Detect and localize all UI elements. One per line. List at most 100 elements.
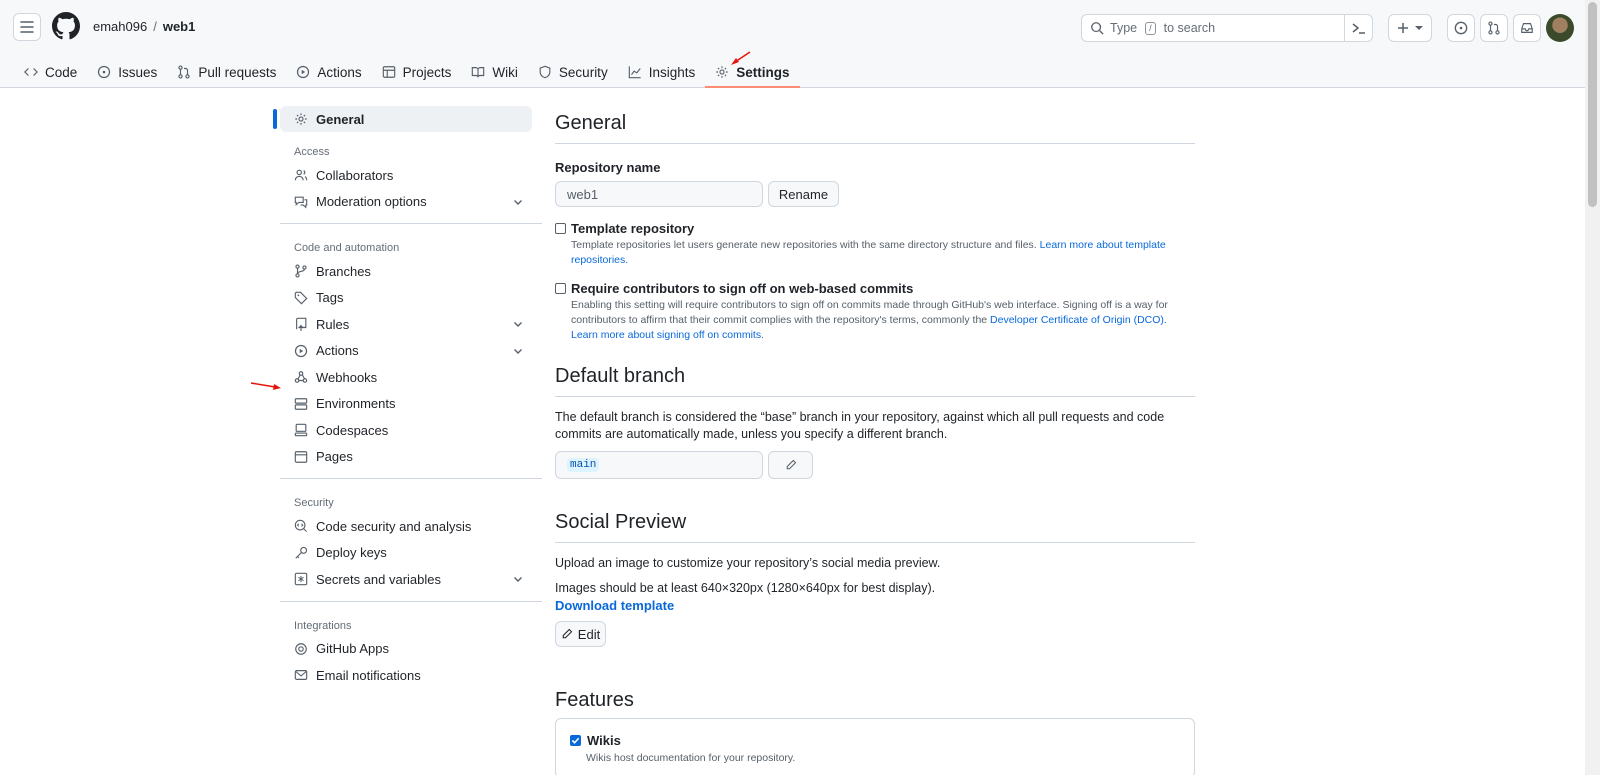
table-icon: [382, 66, 395, 78]
pull-request-icon: [178, 65, 190, 79]
sidebar-item-secrets-and-variables[interactable]: Secrets and variables: [280, 566, 532, 593]
caret-down-icon: [1415, 26, 1423, 30]
rename-button[interactable]: Rename: [768, 181, 839, 207]
tab-label: Wiki: [492, 64, 518, 80]
shield-icon: [539, 65, 551, 79]
sidebar-item-label: Secrets and variables: [316, 571, 442, 587]
sidebar-item-branches[interactable]: Branches: [280, 258, 532, 285]
signoff-note: Enabling this setting will require contr…: [571, 298, 1181, 343]
issue-icon: [98, 65, 111, 79]
command-palette-button[interactable]: [1344, 14, 1372, 42]
sidebar-heading-access: Access: [294, 146, 330, 158]
tab-insights[interactable]: Insights: [618, 56, 706, 88]
sidebar-item-code-security-and-analysis[interactable]: Code security and analysis: [280, 513, 532, 540]
repo-name-input[interactable]: web1: [555, 181, 763, 207]
tab-settings[interactable]: Settings: [705, 56, 800, 88]
sidebar-item-general[interactable]: General: [273, 106, 532, 132]
tab-actions[interactable]: Actions: [286, 56, 371, 88]
inbox-button[interactable]: [1513, 14, 1541, 42]
menu-button[interactable]: [13, 13, 41, 41]
annotation-arrow-icon: [731, 51, 751, 65]
default-branch-title: Default branch: [555, 365, 1195, 397]
signoff-label: Require contributors to sign off on web-…: [571, 281, 914, 296]
edit-social-preview-button[interactable]: Edit: [555, 621, 606, 647]
breadcrumb-repo[interactable]: web1: [163, 19, 196, 34]
chevron-down-icon: [514, 199, 522, 205]
tab-wiki[interactable]: Wiki: [461, 56, 528, 88]
key-icon: [295, 546, 308, 559]
key-asterisk-icon: [294, 572, 308, 586]
pull-requests-button[interactable]: [1480, 14, 1508, 42]
tab-label: Pull requests: [198, 64, 277, 80]
tab-pull-requests[interactable]: Pull requests: [167, 56, 286, 88]
wikis-checkbox[interactable]: [570, 735, 581, 746]
sidebar-item-email-notifications[interactable]: Email notifications: [280, 662, 532, 689]
tab-security[interactable]: Security: [528, 56, 618, 88]
template-repository-checkbox[interactable]: [555, 223, 566, 234]
default-branch-field: main: [555, 451, 763, 479]
edit-default-branch-button[interactable]: [768, 451, 813, 479]
chevron-down-icon: [514, 348, 522, 354]
features-title: Features: [555, 689, 634, 711]
tab-label: Actions: [317, 64, 362, 80]
avatar[interactable]: [1546, 14, 1574, 42]
tab-code[interactable]: Code: [14, 56, 87, 88]
default-branch-name: main: [567, 458, 600, 472]
sidebar-heading-code-automation: Code and automation: [294, 242, 400, 254]
search-input[interactable]: Type / to search: [1081, 14, 1373, 42]
plus-icon: [1398, 23, 1408, 33]
sidebar-item-actions[interactable]: Actions: [280, 338, 532, 365]
template-repository-label: Template repository: [571, 221, 695, 236]
wikis-note: Wikis host documentation for your reposi…: [586, 752, 796, 764]
default-branch-description: The default branch is considered the “ba…: [555, 410, 1165, 441]
inbox-icon: [1521, 23, 1533, 33]
repo-nav-tabs: Code Issues Pull requests Actions Projects Wi…: [14, 56, 800, 88]
sidebar-item-deploy-keys[interactable]: Deploy keys: [280, 540, 532, 567]
create-new-button[interactable]: [1388, 14, 1432, 42]
signoff-checkbox[interactable]: [555, 283, 566, 294]
browser-icon: [294, 450, 308, 463]
sidebar-item-collaborators[interactable]: Collaborators: [280, 162, 532, 189]
features-box: Wikis Wikis host documentation for your …: [555, 718, 1195, 775]
scrollbar-thumb[interactable]: [1588, 2, 1597, 207]
signoff-note-end: .: [761, 329, 764, 341]
settings-sidebar: General Access Collaborators Moderation o…: [273, 106, 542, 689]
tab-projects[interactable]: Projects: [372, 56, 462, 88]
issues-button[interactable]: [1447, 14, 1475, 42]
sidebar-item-tags[interactable]: Tags: [280, 285, 532, 312]
sidebar-item-codespaces[interactable]: Codespaces: [280, 417, 532, 444]
wikis-label: Wikis: [587, 733, 621, 748]
sidebar-divider: [280, 600, 542, 602]
signoff-learn-more-link[interactable]: Learn more about signing off on commits: [571, 329, 761, 341]
gear-icon: [716, 66, 728, 78]
sidebar-item-environments[interactable]: Environments: [280, 391, 532, 418]
general-title: General: [555, 112, 1195, 144]
breadcrumb-owner[interactable]: emah096: [93, 19, 147, 34]
tab-label: Issues: [118, 64, 158, 80]
social-preview-title: Social Preview: [555, 511, 1195, 543]
sidebar-item-label: Tags: [316, 290, 344, 306]
issue-icon: [1454, 21, 1468, 35]
graph-icon: [628, 66, 641, 79]
download-template-link[interactable]: Download template: [555, 598, 1195, 613]
template-note-text: Template repositories let users generate…: [571, 239, 1037, 251]
github-logo[interactable]: [52, 12, 80, 40]
sidebar-item-github-apps[interactable]: GitHub Apps: [280, 636, 532, 663]
sidebar-item-moderation-options[interactable]: Moderation options: [280, 189, 532, 216]
dco-link[interactable]: Developer Certificate of Origin (DCO).: [990, 314, 1167, 326]
play-icon: [294, 344, 308, 357]
terminal-icon: [1352, 23, 1365, 34]
page-scrollbar[interactable]: [1585, 0, 1600, 775]
sidebar-item-label: Codespaces: [316, 422, 389, 438]
sidebar-item-webhooks[interactable]: Webhooks: [280, 364, 532, 391]
tab-issues[interactable]: Issues: [87, 56, 167, 88]
sidebar-divider: [280, 478, 542, 479]
social-preview-description: Upload an image to customize your reposi…: [555, 556, 941, 570]
search-prefix: Type: [1110, 21, 1138, 35]
sidebar-item-rules[interactable]: Rules: [280, 311, 532, 338]
sidebar-item-label: General: [316, 111, 365, 127]
sidebar-item-label: Rules: [316, 316, 350, 332]
repo-push-icon: [296, 317, 307, 332]
sidebar-item-label: Moderation options: [316, 194, 427, 210]
sidebar-item-pages[interactable]: Pages: [280, 444, 532, 471]
